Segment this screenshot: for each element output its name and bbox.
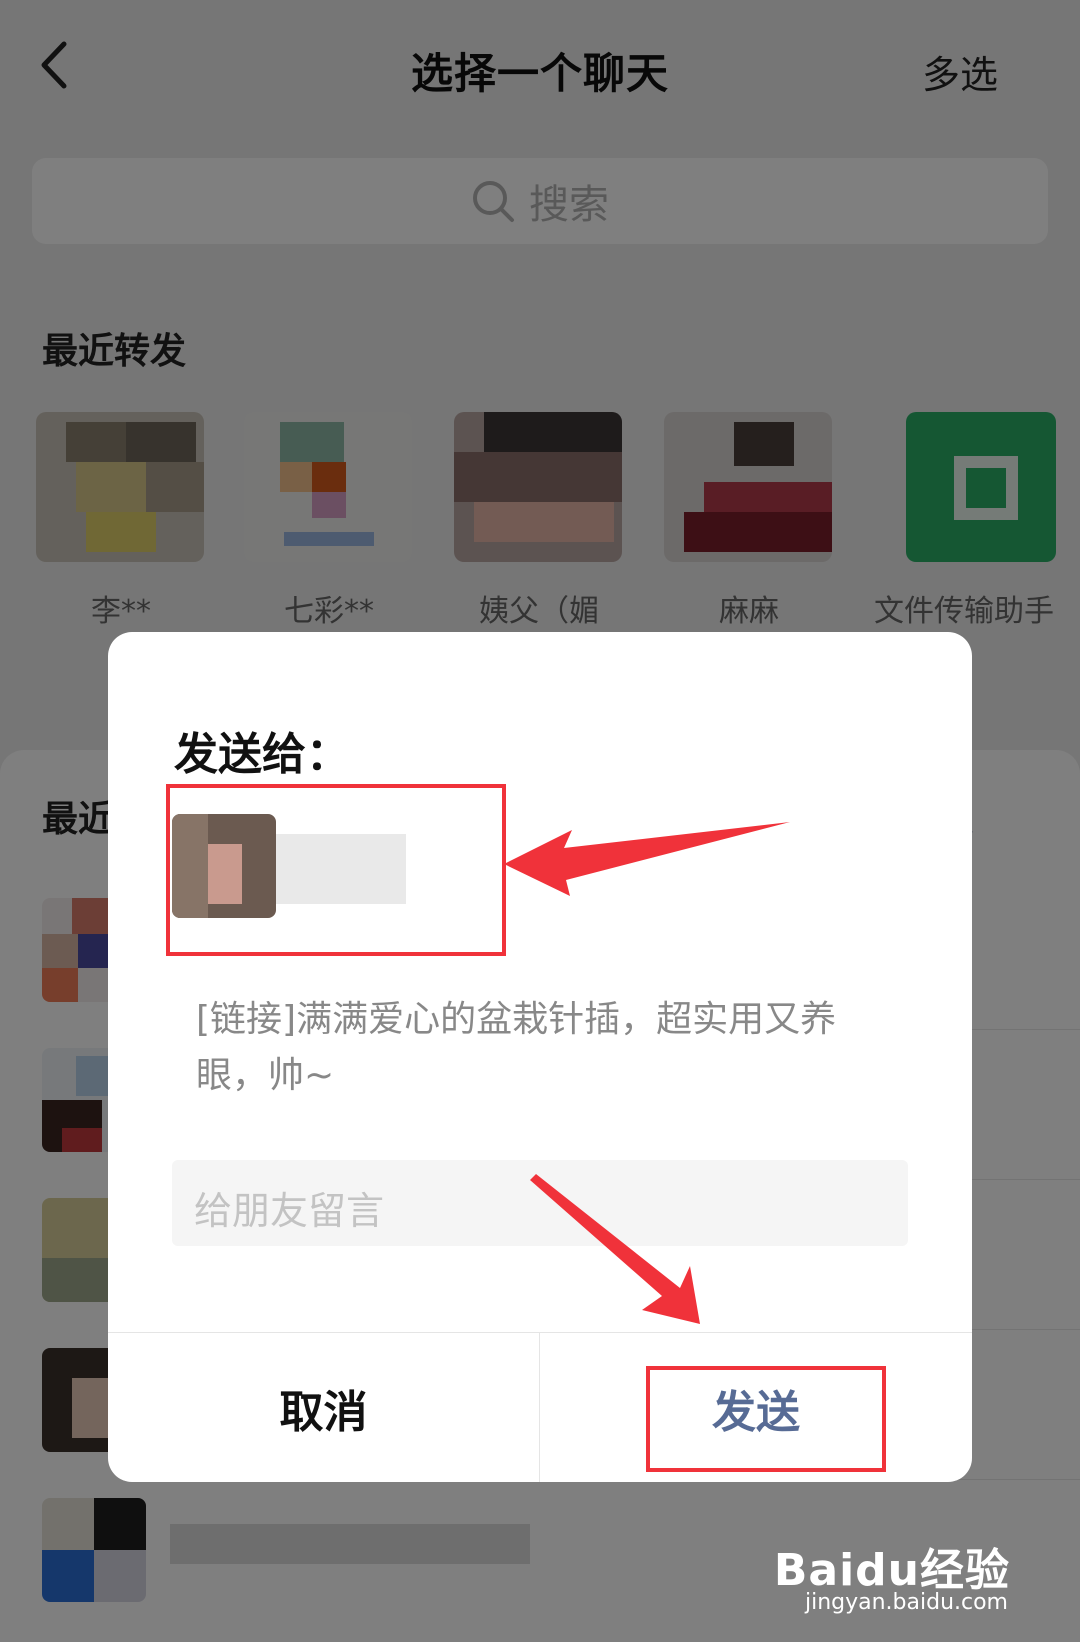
dialog-title: 发送给： [174, 729, 350, 780]
baidu-watermark-logo: Baidu经验 [773, 1545, 1010, 1596]
baidu-watermark-url: jingyan.baidu.com [804, 1590, 1008, 1615]
red-arrow-icon [530, 1174, 700, 1324]
red-arrow-icon [504, 822, 790, 896]
message-input-placeholder: 给朋友留言 [194, 1189, 385, 1233]
recipient-highlight-box [166, 784, 506, 956]
cancel-button[interactable]: 取消 [108, 1333, 539, 1482]
send-highlight-box [646, 1366, 886, 1472]
shared-link-message: [链接]满满爱心的盆栽针插，超实用又养眼，帅~ [196, 999, 837, 1096]
send-dialog: 发送给： [链接]满满爱心的盆栽针插，超实用又养眼，帅~ 给朋友留言 取消 发送 [108, 632, 972, 1482]
